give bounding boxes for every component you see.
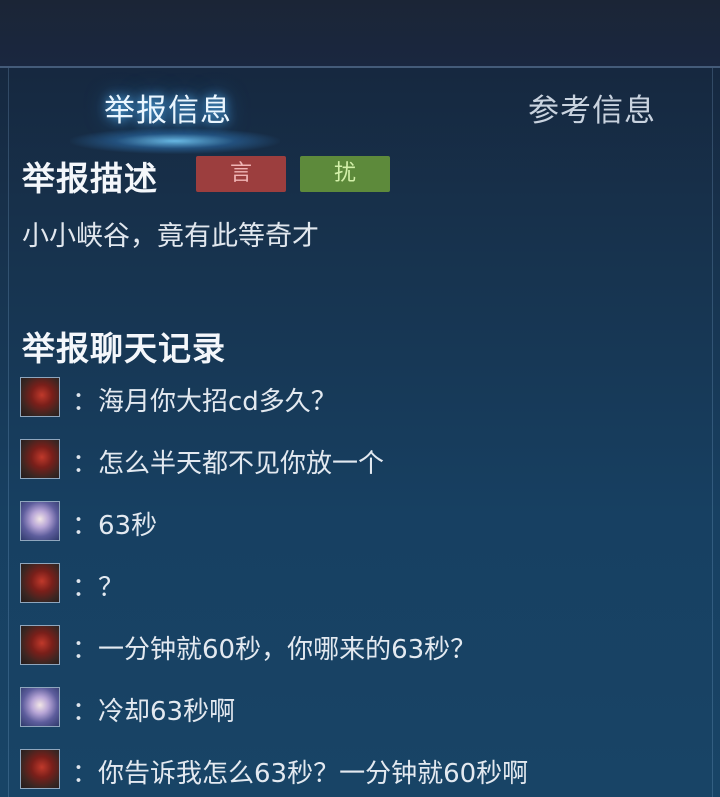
panel-border-right: [712, 68, 713, 797]
message-text: ？: [98, 573, 125, 603]
chat-log-title: 举报聊天记录: [22, 329, 226, 368]
tab-reference-info[interactable]: 参考信息: [528, 86, 656, 136]
blue-hero-avatar: [20, 501, 60, 541]
message-text: 怎么半天都不见你放一个: [98, 449, 385, 479]
chat-message: ： 怎么半天都不见你放一个: [20, 439, 700, 485]
message-text: 你告诉我怎么63秒？一分钟就60秒啊: [98, 759, 529, 789]
message-text: 海月你大招cd多久？: [98, 387, 337, 417]
blue-hero-avatar: [20, 687, 60, 727]
red-hero-avatar: [20, 439, 60, 479]
message-text: 冷却63秒啊: [98, 697, 236, 727]
chat-message: ： 冷却63秒啊: [20, 687, 700, 733]
header-divider: [0, 66, 720, 68]
panel-border-left: [8, 68, 9, 797]
message-colon: ：: [72, 573, 99, 603]
badge-speech: 言: [196, 156, 286, 192]
red-hero-avatar: [20, 625, 60, 665]
tab-report-info[interactable]: 举报信息: [104, 86, 232, 136]
top-header-band: [0, 0, 720, 68]
chat-message: ： ？: [20, 563, 700, 609]
message-colon: ：: [72, 511, 99, 541]
message-colon: ：: [72, 759, 99, 789]
chat-message: ： 63秒: [20, 501, 700, 547]
message-colon: ：: [72, 697, 99, 727]
red-hero-avatar: [20, 563, 60, 603]
chat-message: ： 海月你大招cd多久？: [20, 377, 700, 423]
badge-harassment: 扰: [300, 156, 390, 192]
report-description-title: 举报描述: [22, 159, 158, 198]
chat-message: ： 你告诉我怎么63秒？一分钟就60秒啊: [20, 749, 700, 795]
message-text: 一分钟就60秒，你哪来的63秒？: [98, 635, 477, 665]
red-hero-avatar: [20, 377, 60, 417]
message-colon: ：: [72, 635, 99, 665]
report-description-text: 小小峡谷，竟有此等奇才: [22, 221, 319, 252]
message-text: 63秒: [98, 511, 158, 541]
red-hero-avatar: [20, 749, 60, 789]
message-colon: ：: [72, 449, 99, 479]
message-colon: ：: [72, 387, 99, 417]
chat-message: ： 一分钟就60秒，你哪来的63秒？: [20, 625, 700, 671]
